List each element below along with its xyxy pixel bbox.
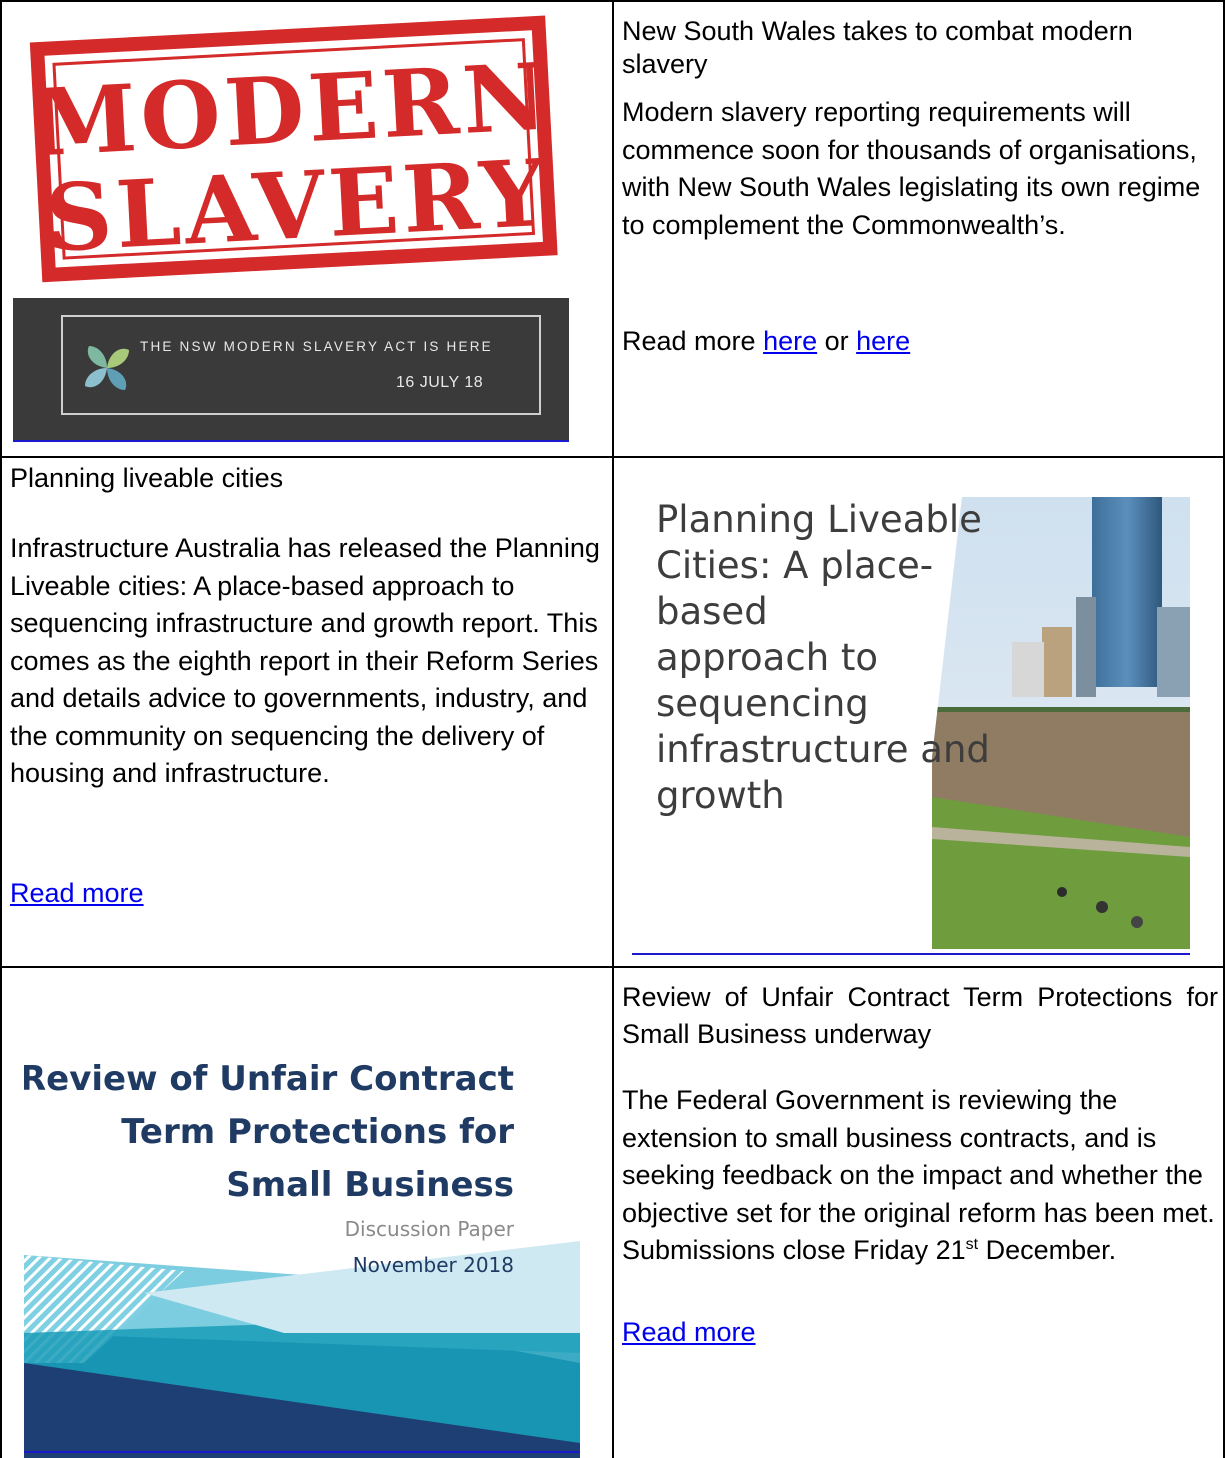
article-body-planning: Infrastructure Australia has released th… — [10, 533, 600, 788]
image-link-underline — [24, 1451, 580, 1453]
table-border-top — [0, 0, 1225, 2]
article-title-planning: Planning liveable cities — [10, 463, 284, 493]
here-link-2[interactable]: here — [856, 326, 910, 356]
read-more-or: or — [817, 326, 857, 356]
banner-frame — [61, 315, 541, 415]
row-divider-2 — [0, 966, 1225, 968]
table-border-left — [0, 0, 2, 1458]
row-divider-1 — [0, 456, 1225, 458]
nsw-act-banner: THE NSW MODERN SLAVERY ACT IS HERE 16 JU… — [13, 298, 569, 440]
banner-date: 16 JULY 18 — [396, 374, 484, 391]
modern-slavery-image[interactable]: MODERN SLAVERY THE NSW MODERN SLAVERY AC… — [13, 10, 569, 440]
article-title-modern-slavery: New South Wales takes to combat modern s… — [622, 16, 1133, 79]
banner-text: THE NSW MODERN SLAVERY ACT IS HERE — [140, 339, 493, 354]
read-more-line-modern-slavery: Read more here or here — [622, 323, 910, 360]
planning-image-title: Planning Liveable Cities: A place-based … — [656, 498, 990, 817]
article-body-modern-slavery: Modern slavery reporting requirements wi… — [622, 97, 1201, 240]
read-more-unfair-contract[interactable]: Read more — [622, 1317, 756, 1347]
article-body-unfair-contract: The Federal Government is reviewing the … — [622, 1082, 1217, 1270]
read-more-prefix: Read more — [622, 326, 764, 356]
leaf-logo-icon — [85, 346, 129, 390]
read-more-link-planning: Read more — [10, 875, 144, 912]
body-text-end: December. — [978, 1235, 1117, 1265]
table-divider-center — [612, 0, 614, 1458]
body-text: The Federal Government is reviewing the … — [622, 1085, 1215, 1265]
read-more-planning[interactable]: Read more — [10, 878, 144, 908]
modern-slavery-stamp: MODERN SLAVERY — [29, 15, 558, 283]
image-link-underline — [632, 953, 1190, 955]
here-link-1[interactable]: here — [763, 326, 817, 356]
review-image-date: November 2018 — [352, 1253, 514, 1277]
unfair-contract-review-image[interactable]: Review of Unfair Contract Term Protectio… — [24, 1033, 580, 1458]
read-more-link-unfair-contract: Read more — [622, 1314, 756, 1351]
image-link-underline — [13, 440, 569, 442]
article-table: MODERN SLAVERY THE NSW MODERN SLAVERY AC… — [0, 0, 1225, 1458]
review-image-title: Review of Unfair Contract Term Protectio… — [24, 1059, 514, 1205]
date-suffix: st — [965, 1236, 979, 1253]
planning-liveable-cities-image[interactable]: Planning Liveable Cities: A place-based … — [632, 497, 1190, 949]
review-image-subtitle: Discussion Paper — [344, 1217, 514, 1241]
article-title-unfair-contract: Review of Unfair Contract Term Protectio… — [622, 982, 1218, 1049]
